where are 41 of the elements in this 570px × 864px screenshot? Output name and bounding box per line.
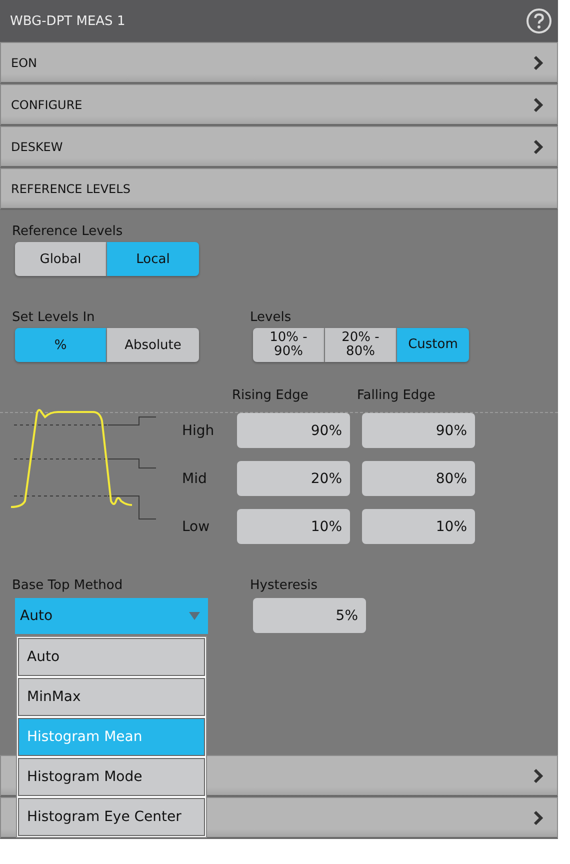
level-label: Mid [181,470,208,486]
toggle-button[interactable]: Global [15,242,107,276]
input-field[interactable]: 20% [237,461,350,496]
input-field[interactable]: 10% [237,509,350,544]
window-title: WBG-DPT MEAS 1 [10,14,126,28]
menu-item[interactable]: Histogram Eye Center [18,798,205,836]
section-header[interactable]: REFERENCE LEVELS [0,168,558,210]
menu-item[interactable]: Histogram Mode [18,758,205,796]
input-field[interactable]: 90% [237,413,350,448]
column-header: Rising Edge [232,388,310,405]
column-header: Falling Edge [357,388,436,405]
input-field[interactable]: 90% [362,413,475,448]
dropdown[interactable]: Auto [15,598,208,634]
chevron-right-icon [533,54,543,70]
toggle-button[interactable]: 20% - 80% [325,328,397,362]
help-icon[interactable] [526,8,552,34]
section-header[interactable]: EON [0,42,558,84]
input-field[interactable]: 5% [253,598,366,633]
toggle-button[interactable]: % [15,328,107,362]
menu-item[interactable]: Auto [18,638,205,676]
field-label: Reference Levels [11,224,124,241]
section-header[interactable]: CONFIGURE [0,84,558,126]
toggle-button[interactable]: Local [107,242,199,276]
toggle-button[interactable]: Custom [397,328,469,362]
chevron-right-icon [533,96,543,112]
input-field[interactable]: 10% [362,509,475,544]
field-label: Base Top Method [11,578,124,595]
toggle-button[interactable]: 10% - 90% [253,328,325,362]
field-label: Hysteresis [250,578,319,595]
level-label: Low [181,518,211,534]
toggle-button[interactable]: Absolute [107,328,199,362]
level-label: High [181,422,216,438]
chevron-right-icon [533,768,543,784]
field-label: Levels [250,310,292,327]
chevron-right-icon [533,138,543,154]
field-label: Set Levels In [11,310,96,327]
menu-item[interactable]: MinMax [18,678,205,716]
section-header[interactable]: DESKEW [0,126,558,168]
input-field[interactable]: 80% [362,461,475,496]
dropdown-arrow-icon [189,612,200,620]
chevron-right-icon [533,810,543,826]
